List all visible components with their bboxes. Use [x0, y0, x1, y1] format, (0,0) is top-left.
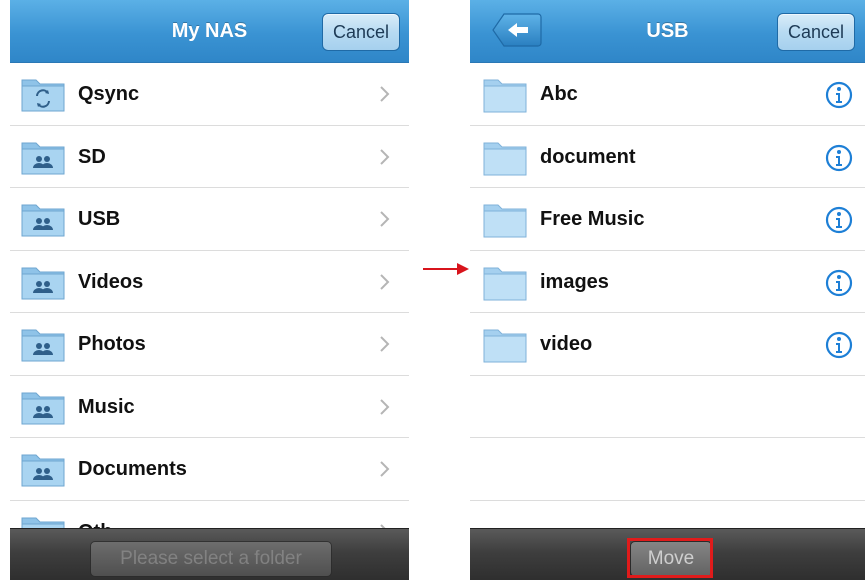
chevron-right-icon	[380, 86, 390, 102]
folder-label: Music	[78, 395, 135, 418]
left-folder-list: Qsync SD USB Videos Photos Music Documen…	[10, 63, 409, 563]
shared-folder-icon	[21, 142, 65, 174]
chevron-right-icon	[380, 461, 390, 477]
right-bottom-toolbar: Move	[470, 528, 865, 580]
folder-icon	[483, 204, 527, 238]
red-arrow-indicator	[423, 263, 469, 275]
info-icon[interactable]	[825, 206, 853, 234]
source-folder-panel: My NAS Cancel Qsync SD USB Videos Photos…	[10, 0, 409, 580]
folder-label: Documents	[78, 458, 187, 480]
shared-folder-icon	[21, 392, 65, 424]
folder-icon	[483, 142, 527, 175]
folder-label: video	[540, 333, 593, 355]
right-cancel-button[interactable]: Cancel	[777, 13, 855, 51]
left-cancel-button[interactable]: Cancel	[322, 13, 400, 51]
left-navigation-bar: My NAS Cancel	[10, 0, 409, 63]
folder-row-free-music[interactable]: Free Music	[470, 188, 865, 251]
info-icon[interactable]	[825, 81, 853, 109]
destination-folder-panel: USB Cancel Abc document Free Music image…	[470, 0, 865, 580]
folder-row-abc[interactable]: Abc	[470, 63, 865, 126]
folder-icon	[483, 267, 527, 300]
chevron-right-icon	[380, 398, 390, 415]
info-icon[interactable]	[825, 144, 853, 172]
folder-row-usb[interactable]: USB	[10, 188, 409, 251]
folder-row-documents[interactable]: Documents	[10, 438, 409, 501]
move-button[interactable]: Move	[630, 541, 712, 577]
folder-icon	[483, 79, 527, 113]
folder-row-video[interactable]: video	[470, 313, 865, 376]
folder-row-qsync[interactable]: Qsync	[10, 63, 409, 126]
shared-folder-icon	[21, 204, 65, 237]
info-icon[interactable]	[825, 269, 853, 297]
folder-row-videos[interactable]: Videos	[10, 251, 409, 313]
shared-folder-icon	[21, 267, 65, 299]
folder-icon	[483, 329, 527, 363]
info-icon[interactable]	[825, 331, 853, 359]
right-navigation-bar: USB Cancel	[470, 0, 865, 63]
folder-label: images	[540, 270, 609, 293]
chevron-right-icon	[380, 336, 390, 352]
sync-folder-icon	[21, 79, 65, 112]
folder-label: SD	[78, 145, 106, 168]
chevron-right-icon	[380, 211, 390, 227]
folder-row-music[interactable]: Music	[10, 376, 409, 438]
folder-row-sd[interactable]: SD	[10, 126, 409, 188]
folder-label: Photos	[78, 333, 146, 355]
folder-label: USB	[78, 208, 121, 230]
shared-folder-icon	[21, 329, 65, 362]
empty-row	[470, 376, 865, 438]
folder-label: Videos	[78, 270, 144, 293]
chevron-right-icon	[380, 273, 390, 290]
folder-row-images[interactable]: images	[470, 251, 865, 313]
shared-folder-icon	[21, 454, 65, 487]
right-folder-list: Abc document Free Music images video	[470, 63, 865, 501]
folder-row-photos[interactable]: Photos	[10, 313, 409, 376]
folder-label: Abc	[540, 83, 578, 105]
chevron-right-icon	[380, 148, 390, 165]
folder-row-document[interactable]: document	[470, 126, 865, 188]
left-bottom-toolbar: Please select a folder	[10, 528, 409, 580]
folder-label: Qsync	[78, 83, 140, 105]
folder-label: document	[540, 145, 636, 168]
empty-row	[470, 438, 865, 501]
folder-label: Free Music	[540, 208, 645, 230]
select-folder-button[interactable]: Please select a folder	[90, 541, 332, 577]
